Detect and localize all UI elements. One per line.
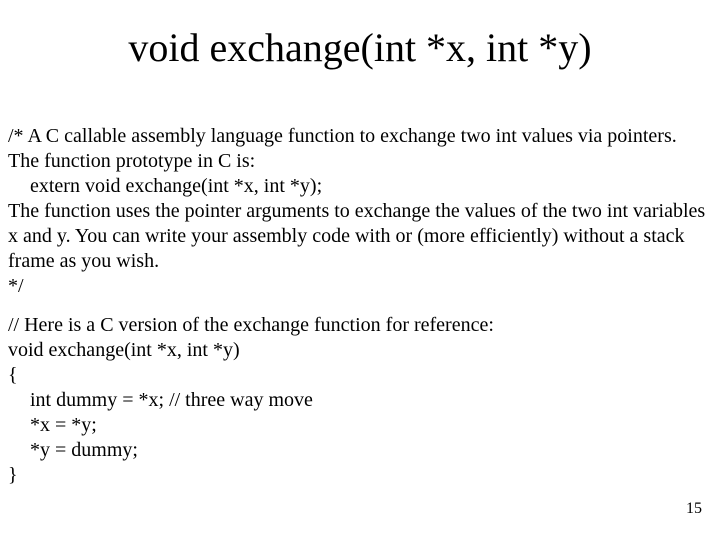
comment-line: extern void exchange(int *x, int *y); (8, 174, 712, 199)
code-line: } (8, 463, 712, 488)
code-line: void exchange(int *x, int *y) (8, 338, 712, 363)
comment-line: /* A C callable assembly language functi… (8, 124, 712, 149)
page-number: 15 (686, 500, 702, 518)
slide-body: /* A C callable assembly language functi… (8, 124, 712, 502)
code-line: int dummy = *x; // three way move (8, 388, 712, 413)
slide-title: void exchange(int *x, int *y) (0, 24, 720, 71)
comment-line: The function prototype in C is: (8, 149, 712, 174)
code-line: *y = dummy; (8, 438, 712, 463)
comment-block: /* A C callable assembly language functi… (8, 124, 712, 299)
slide: void exchange(int *x, int *y) /* A C cal… (0, 0, 720, 540)
code-line: *x = *y; (8, 413, 712, 438)
code-block: // Here is a C version of the exchange f… (8, 313, 712, 488)
code-line: { (8, 363, 712, 388)
comment-line: */ (8, 274, 712, 299)
code-line: // Here is a C version of the exchange f… (8, 313, 712, 338)
comment-line: The function uses the pointer arguments … (8, 199, 712, 274)
